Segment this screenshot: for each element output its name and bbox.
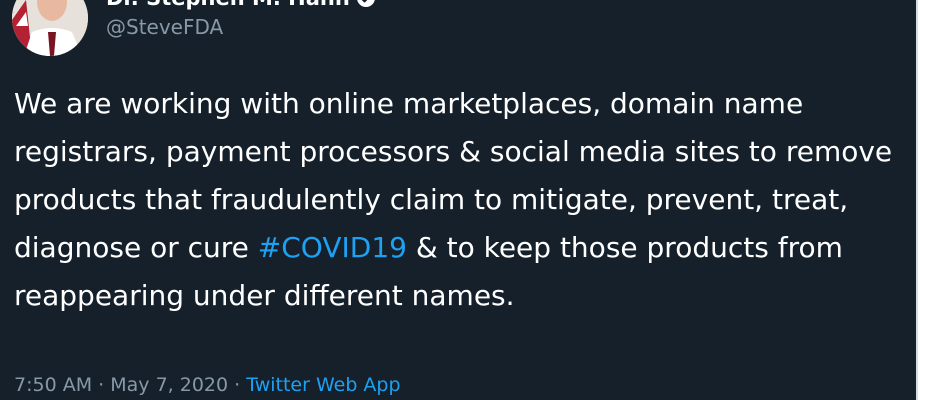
meta-separator: · (234, 374, 241, 396)
tweet-source-link[interactable]: Twitter Web App (246, 374, 400, 396)
display-name-text[interactable]: Dr. Stephen M. Hahn (106, 0, 350, 10)
avatar[interactable] (12, 0, 88, 56)
meta-separator: · (98, 374, 105, 396)
tweet-metadata: 7:50 AM · May 7, 2020 · Twitter Web App (14, 374, 401, 396)
tweet-card: Dr. Stephen M. Hahn @SteveFDA We are wor… (0, 0, 918, 400)
tweet-date[interactable]: May 7, 2020 (110, 374, 228, 396)
profile-photo-icon (12, 0, 88, 56)
display-name[interactable]: Dr. Stephen M. Hahn (106, 0, 376, 10)
user-handle[interactable]: @SteveFDA (106, 15, 223, 39)
tweet-text: We are working with online marketplaces,… (14, 80, 904, 320)
tweet-time[interactable]: 7:50 AM (14, 374, 92, 396)
verified-badge-icon (357, 0, 375, 7)
hashtag-link[interactable]: #COVID19 (258, 231, 407, 264)
